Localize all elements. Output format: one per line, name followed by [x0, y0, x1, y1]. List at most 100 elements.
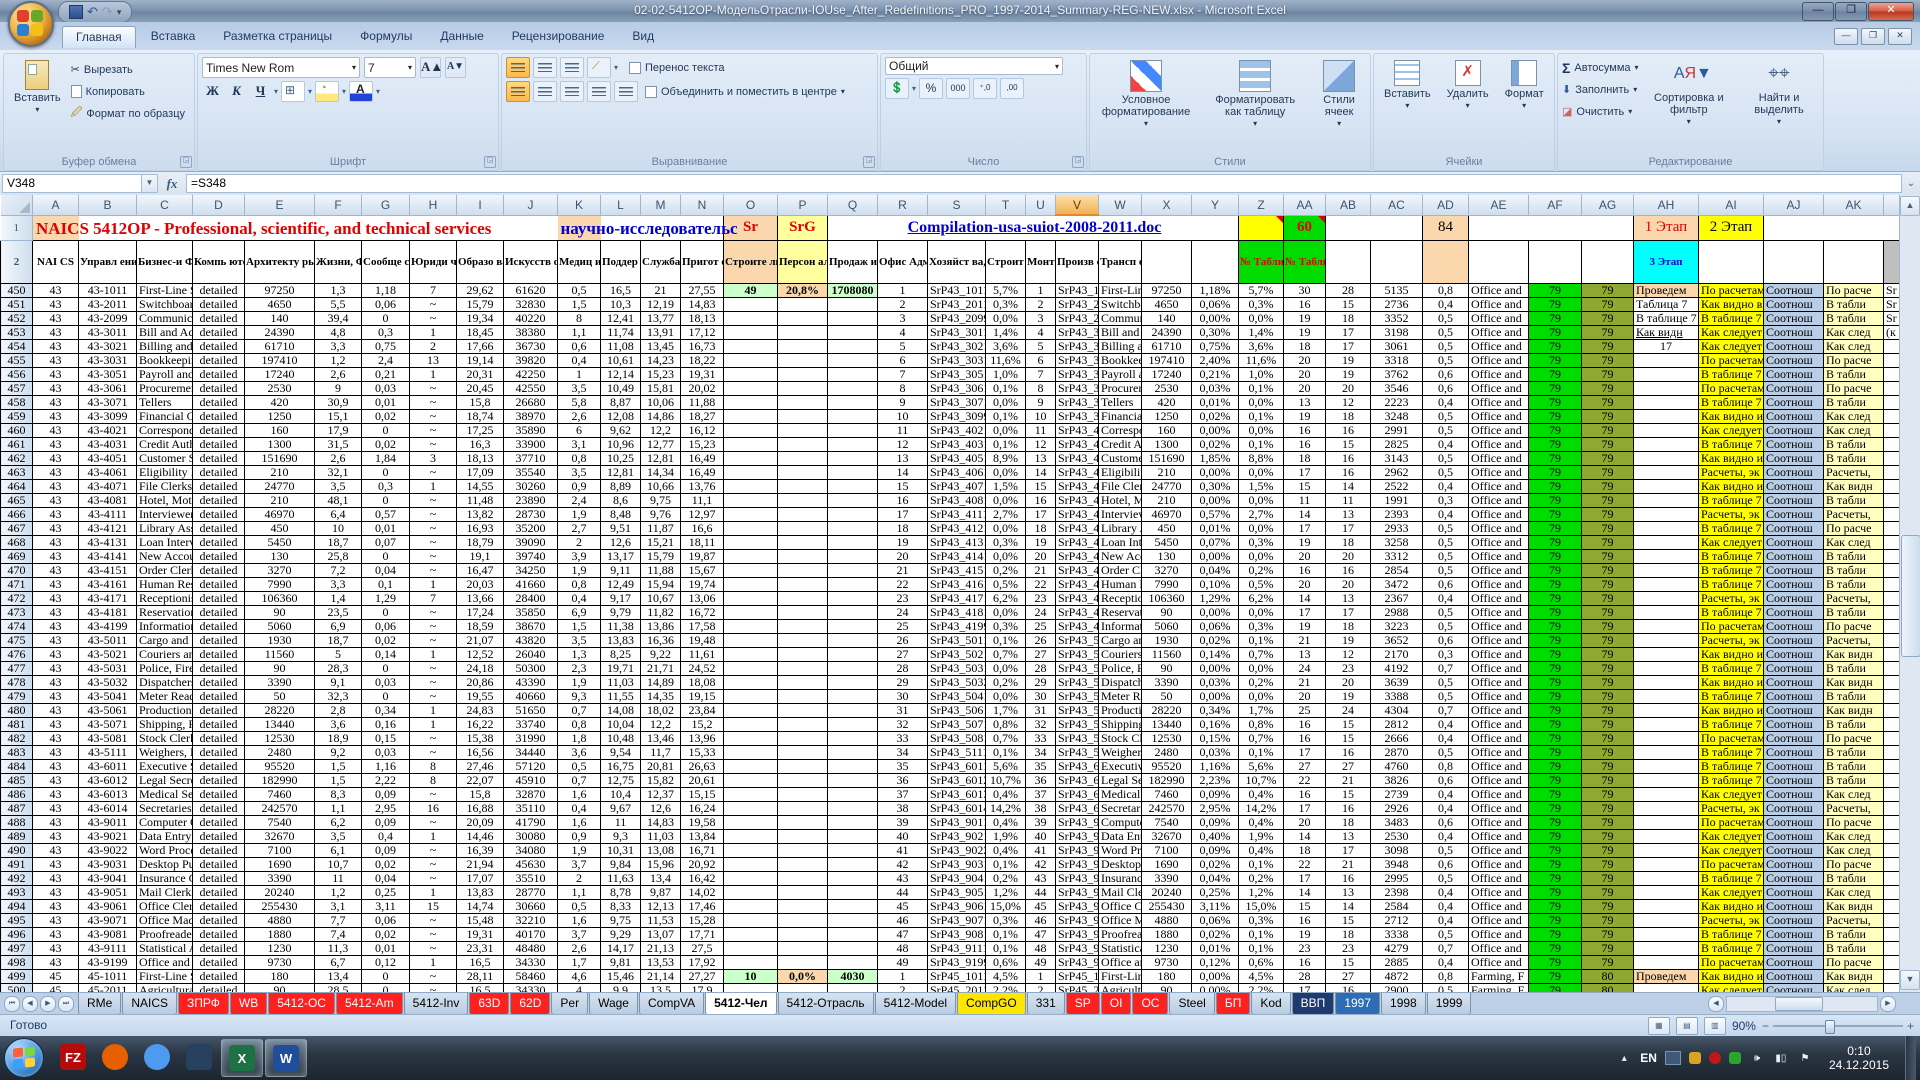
- cell-AJ471[interactable]: Соотнош: [1764, 577, 1824, 591]
- bold-button[interactable]: Ж: [202, 81, 223, 102]
- cell-I453[interactable]: 18,45: [457, 325, 504, 339]
- cell-T472[interactable]: 6,2%: [986, 591, 1026, 605]
- name-box[interactable]: V348: [2, 174, 142, 193]
- cell-A450[interactable]: 43: [33, 283, 79, 297]
- cell-V463[interactable]: SrP43_40: [1056, 465, 1099, 479]
- cell-472[interactable]: [1884, 591, 1901, 605]
- cell-W468[interactable]: Loan Inte: [1099, 535, 1142, 549]
- cell-I499[interactable]: 28,11: [457, 969, 504, 983]
- cell-D455[interactable]: detailed: [193, 353, 245, 367]
- cell-AI456[interactable]: В таблице 7: [1699, 367, 1764, 381]
- cell-AA453[interactable]: 19: [1284, 325, 1326, 339]
- cell-M460[interactable]: 12,2: [641, 423, 681, 437]
- cell-Y493[interactable]: 0,25%: [1192, 885, 1239, 899]
- cell-L455[interactable]: 10,61: [601, 353, 641, 367]
- cell-H453[interactable]: 1: [410, 325, 457, 339]
- cell-T471[interactable]: 0,5%: [986, 577, 1026, 591]
- cell-L475[interactable]: 13,83: [601, 633, 641, 647]
- cell-L474[interactable]: 11,38: [601, 619, 641, 633]
- cell-F477[interactable]: 28,3: [315, 661, 362, 675]
- cell-U478[interactable]: 29: [1026, 675, 1056, 689]
- sheet-tab-5412-Am[interactable]: 5412-Am: [336, 993, 403, 1015]
- cell-A451[interactable]: 43: [33, 297, 79, 311]
- cell-O460[interactable]: [724, 423, 778, 437]
- cell-AD490[interactable]: 0,5: [1423, 843, 1469, 857]
- cell-U465[interactable]: 16: [1026, 493, 1056, 507]
- cell-AJ466[interactable]: Соотнош: [1764, 507, 1824, 521]
- cell-AA479[interactable]: 20: [1284, 689, 1326, 703]
- cell-AA454[interactable]: 18: [1284, 339, 1326, 353]
- cell-484[interactable]: [1884, 759, 1901, 773]
- cell-J454[interactable]: 36730: [504, 339, 558, 353]
- cell-AH475[interactable]: [1634, 633, 1699, 647]
- clear-button[interactable]: ◪Очистить▾: [1562, 101, 1639, 122]
- cell-I460[interactable]: 17,25: [457, 423, 504, 437]
- cell-Z461[interactable]: 0,1%: [1239, 437, 1284, 451]
- cell-AK498[interactable]: По расче: [1824, 955, 1884, 969]
- cell-AG480[interactable]: 79: [1582, 703, 1634, 717]
- cell-AG489[interactable]: 79: [1582, 829, 1634, 843]
- cell-AB500[interactable]: 16: [1326, 983, 1371, 992]
- cell-B459[interactable]: 43-3099: [79, 409, 137, 423]
- column-header-AC[interactable]: AC: [1371, 195, 1423, 215]
- cell-B497[interactable]: 43-9111: [79, 941, 137, 955]
- cell-S482[interactable]: SrP43_5081: [928, 731, 986, 745]
- cell-AD489[interactable]: 0,4: [1423, 829, 1469, 843]
- cell-Z464[interactable]: 1,5%: [1239, 479, 1284, 493]
- cell-D485[interactable]: detailed: [193, 773, 245, 787]
- cell-L484[interactable]: 16,75: [601, 759, 641, 773]
- cell-I479[interactable]: 19,55: [457, 689, 504, 703]
- cell-O453[interactable]: [724, 325, 778, 339]
- cell-F454[interactable]: 3,3: [315, 339, 362, 353]
- cell-AF479[interactable]: 79: [1529, 689, 1582, 703]
- cell-V462[interactable]: SrP43_40: [1056, 451, 1099, 465]
- cell-AB480[interactable]: 24: [1326, 703, 1371, 717]
- column-header-AB[interactable]: AB: [1326, 195, 1371, 215]
- cell-A468[interactable]: 43: [33, 535, 79, 549]
- row-header-474[interactable]: 474: [1, 619, 33, 633]
- cell-F453[interactable]: 4,8: [315, 325, 362, 339]
- cell-AJ1[interactable]: [1764, 215, 1824, 240]
- cell-T482[interactable]: 0,7%: [986, 731, 1026, 745]
- cell-480[interactable]: [1884, 703, 1901, 717]
- cell-F480[interactable]: 2,8: [315, 703, 362, 717]
- cell-X490[interactable]: 7100: [1142, 843, 1192, 857]
- cell-J478[interactable]: 43390: [504, 675, 558, 689]
- cell-R486[interactable]: 37: [878, 787, 928, 801]
- cell-K498[interactable]: 1,7: [558, 955, 601, 969]
- ribbon-tab-Данные[interactable]: Данные: [427, 26, 496, 48]
- cell-F483[interactable]: 9,2: [315, 745, 362, 759]
- cell-R469[interactable]: 20: [878, 549, 928, 563]
- cell-F467[interactable]: 10: [315, 521, 362, 535]
- cell-AE489[interactable]: Office and: [1469, 829, 1529, 843]
- cell-W480[interactable]: Productio: [1099, 703, 1142, 717]
- column-header-AK[interactable]: AK: [1824, 195, 1884, 215]
- cell-AK482[interactable]: По расче: [1824, 731, 1884, 745]
- cell-N463[interactable]: 16,49: [681, 465, 724, 479]
- cell-H495[interactable]: ~: [410, 913, 457, 927]
- cell-AI479[interactable]: В таблице 7: [1699, 689, 1764, 703]
- cell-AK455[interactable]: По расче: [1824, 353, 1884, 367]
- cell-C464[interactable]: File Clerks: [137, 479, 193, 493]
- cell-H452[interactable]: ~: [410, 311, 457, 325]
- cell-C478[interactable]: Dispatchers,: [137, 675, 193, 689]
- cell-G450[interactable]: 1,18: [362, 283, 410, 297]
- cell-AI472[interactable]: Расчеты, эк: [1699, 591, 1764, 605]
- cell-T481[interactable]: 0,8%: [986, 717, 1026, 731]
- cell-Q477[interactable]: [828, 661, 878, 675]
- cell-I495[interactable]: 15,48: [457, 913, 504, 927]
- cell-K474[interactable]: 1,5: [558, 619, 601, 633]
- cell-461[interactable]: [1884, 437, 1901, 451]
- cell-AA496[interactable]: 19: [1284, 927, 1326, 941]
- cell-K2[interactable]: Медиц инских: [558, 240, 601, 283]
- cell-M455[interactable]: 14,23: [641, 353, 681, 367]
- column-header-R[interactable]: R: [878, 195, 928, 215]
- cell-E456[interactable]: 17240: [245, 367, 315, 381]
- cell-V474[interactable]: SrP43_41: [1056, 619, 1099, 633]
- cell-AI452[interactable]: В таблице 7: [1699, 311, 1764, 325]
- cell-T483[interactable]: 0,1%: [986, 745, 1026, 759]
- align-right-icon[interactable]: [560, 81, 584, 102]
- cell-I476[interactable]: 12,52: [457, 647, 504, 661]
- cell-AI466[interactable]: Расчеты, эк: [1699, 507, 1764, 521]
- cell-K455[interactable]: 0,4: [558, 353, 601, 367]
